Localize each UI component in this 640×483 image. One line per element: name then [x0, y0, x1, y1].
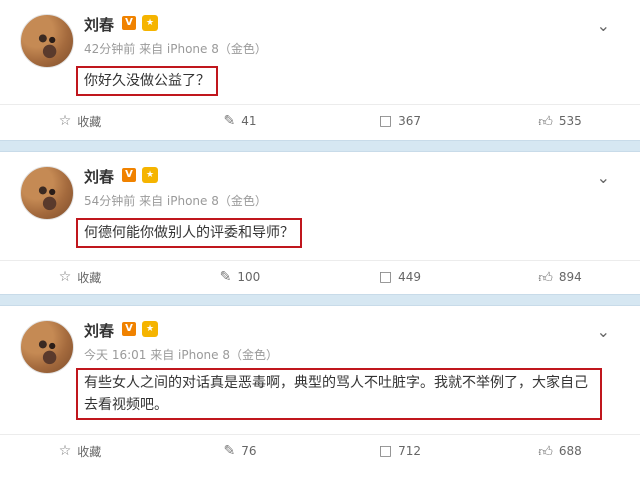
repost-button[interactable]: ✎ 76 — [160, 443, 320, 459]
comment-count: 449 — [398, 270, 422, 284]
like-button[interactable]: 👍︎ 894 — [480, 269, 640, 286]
collect-button[interactable]: ☆ 收藏 — [0, 443, 160, 460]
repost-count: 41 — [241, 114, 257, 128]
avatar[interactable] — [20, 320, 74, 374]
comment-button[interactable]: □ 367 — [320, 113, 480, 129]
avatar[interactable] — [20, 14, 74, 68]
repost-icon: ✎ — [223, 443, 236, 459]
like-count: 894 — [558, 270, 582, 284]
comment-button[interactable]: □ 449 — [320, 269, 480, 285]
avatar[interactable] — [20, 166, 74, 220]
comment-icon: □ — [378, 443, 393, 459]
weibo-post-2: 刘春 V ★ 54分钟前 来自 iPhone 8（金色） ⌄ 何德何能你做别人的… — [0, 152, 640, 294]
repost-button[interactable]: ✎ 100 — [160, 269, 320, 285]
comment-icon: □ — [378, 269, 393, 285]
level-badge-icon: ★ — [142, 321, 158, 337]
collect-label: 收藏 — [77, 270, 102, 285]
action-bar: ☆ 收藏 ✎ 76 □ 712 👍︎ 688 — [0, 434, 640, 467]
post-meta: 42分钟前 来自 iPhone 8（金色） — [84, 42, 267, 56]
level-badge-icon: ★ — [142, 15, 158, 31]
post-meta: 54分钟前 来自 iPhone 8（金色） — [84, 194, 267, 208]
post-meta: 今天 16:01 来自 iPhone 8（金色） — [84, 348, 278, 362]
post-separator — [0, 294, 640, 306]
chevron-down-icon[interactable]: ⌄ — [597, 322, 610, 341]
level-badge-icon: ★ — [142, 167, 158, 183]
chevron-down-icon[interactable]: ⌄ — [597, 16, 610, 35]
post-separator — [0, 140, 640, 152]
like-icon: 👍︎ — [538, 113, 553, 130]
verified-icon: V — [122, 322, 136, 336]
comment-count: 712 — [398, 444, 422, 458]
like-button[interactable]: 👍︎ 535 — [480, 113, 640, 130]
action-bar: ☆ 收藏 ✎ 100 □ 449 👍︎ 894 — [0, 260, 640, 293]
like-count: 535 — [558, 114, 582, 128]
like-icon: 👍︎ — [538, 443, 553, 460]
collect-label: 收藏 — [77, 444, 102, 459]
collect-button[interactable]: ☆ 收藏 — [0, 113, 160, 130]
repost-button[interactable]: ✎ 41 — [160, 113, 320, 129]
star-icon: ☆ — [58, 443, 72, 459]
author-name[interactable]: 刘春 — [84, 14, 114, 35]
repost-icon: ✎ — [223, 113, 236, 129]
like-icon: 👍︎ — [538, 269, 553, 286]
action-bar: ☆ 收藏 ✎ 41 □ 367 👍︎ 535 — [0, 104, 640, 137]
collect-label: 收藏 — [77, 114, 102, 129]
author-name[interactable]: 刘春 — [84, 320, 114, 341]
verified-icon: V — [122, 168, 136, 182]
star-icon: ☆ — [58, 113, 72, 129]
post-text: 你好久没做公益了？ — [76, 66, 218, 96]
repost-icon: ✎ — [219, 269, 232, 285]
like-button[interactable]: 👍︎ 688 — [480, 443, 640, 460]
like-count: 688 — [558, 444, 582, 458]
comment-icon: □ — [378, 113, 393, 129]
collect-button[interactable]: ☆ 收藏 — [0, 269, 160, 286]
star-icon: ☆ — [58, 269, 72, 285]
verified-icon: V — [122, 16, 136, 30]
chevron-down-icon[interactable]: ⌄ — [597, 168, 610, 187]
author-name[interactable]: 刘春 — [84, 166, 114, 187]
weibo-post-3: 刘春 V ★ 今天 16:01 来自 iPhone 8（金色） ⌄ 有些女人之间… — [0, 306, 640, 471]
post-text: 何德何能你做别人的评委和导师？ — [76, 218, 302, 248]
repost-count: 76 — [241, 444, 257, 458]
post-text: 有些女人之间的对话真是恶毒啊，典型的骂人不吐脏字。我就不举例了，大家自己去看视频… — [76, 368, 602, 420]
weibo-post-1: 刘春 V ★ 42分钟前 来自 iPhone 8（金色） ⌄ 你好久没做公益了？… — [0, 0, 640, 140]
repost-count: 100 — [237, 270, 261, 284]
comment-count: 367 — [398, 114, 422, 128]
comment-button[interactable]: □ 712 — [320, 443, 480, 459]
